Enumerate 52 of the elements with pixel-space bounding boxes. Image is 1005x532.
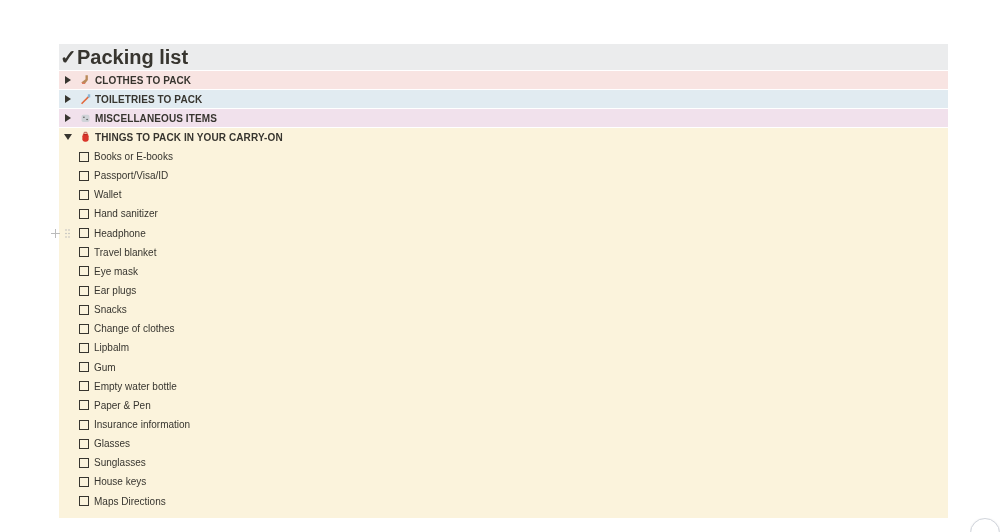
- checkbox[interactable]: [79, 170, 89, 181]
- checkbox[interactable]: [79, 400, 89, 411]
- checkbox[interactable]: [79, 457, 89, 468]
- sock-icon: [80, 74, 91, 86]
- backpack-icon: [80, 131, 91, 143]
- dice-icon: [80, 112, 91, 124]
- todo-text: Sunglasses: [94, 456, 146, 471]
- todo-text: Gum: [94, 360, 116, 375]
- todo-text: Headphone: [94, 226, 146, 241]
- checkbox[interactable]: [79, 228, 89, 239]
- drag-handle-icon[interactable]: [65, 228, 70, 238]
- collapsed-triangle-icon[interactable]: [64, 76, 72, 84]
- todo-text: Hand sanitizer: [94, 207, 158, 222]
- todo-text: Paper & Pen: [94, 398, 151, 413]
- page-title: ✓Packing list: [59, 47, 189, 67]
- todo-text: Insurance information: [94, 418, 191, 433]
- checkbox[interactable]: [79, 496, 89, 507]
- expanded-triangle-icon[interactable]: [64, 133, 72, 141]
- checkbox[interactable]: [79, 304, 89, 315]
- checkbox[interactable]: [79, 151, 89, 162]
- todo-text: Books or E-books: [94, 150, 173, 165]
- section-heading[interactable]: THINGS TO PACK IN YOUR CARRY-ON: [95, 129, 283, 145]
- checkbox[interactable]: [79, 381, 89, 392]
- checkbox[interactable]: [79, 438, 89, 449]
- checkbox[interactable]: [79, 342, 89, 353]
- collapsed-triangle-icon[interactable]: [64, 95, 72, 103]
- toothbrush-icon: [80, 93, 91, 105]
- todo-text: Maps Directions: [94, 494, 166, 509]
- todo-text: House keys: [94, 475, 147, 490]
- section-heading[interactable]: TOILETRIES TO PACK: [95, 91, 203, 107]
- collapsed-triangle-icon[interactable]: [64, 114, 72, 122]
- checkbox[interactable]: [79, 189, 89, 200]
- checkbox[interactable]: [79, 209, 89, 219]
- todo-text: Lipbalm: [94, 341, 130, 356]
- todo-text: Wallet: [94, 188, 122, 203]
- checkbox[interactable]: [79, 323, 89, 334]
- section-heading[interactable]: CLOTHES TO PACK: [95, 72, 192, 88]
- checkbox[interactable]: [79, 247, 89, 258]
- todo-text: Glasses: [94, 437, 131, 452]
- todo-text: Eye mask: [94, 264, 138, 279]
- todo-text: Travel blanket: [94, 245, 157, 260]
- todo-text: Snacks: [94, 303, 127, 318]
- checkbox[interactable]: [79, 476, 89, 487]
- checkbox[interactable]: [79, 266, 89, 277]
- checkbox[interactable]: [79, 362, 89, 373]
- todo-text: Ear plugs: [94, 284, 137, 299]
- todo-text: Passport/Visa/ID: [94, 169, 169, 184]
- checkbox[interactable]: [79, 285, 89, 296]
- todo-text: Empty water bottle: [94, 379, 177, 394]
- checkbox[interactable]: [79, 419, 89, 430]
- todo-text: Change of clothes: [94, 322, 175, 337]
- section-heading[interactable]: MISCELLANEOUS ITEMS: [95, 110, 217, 126]
